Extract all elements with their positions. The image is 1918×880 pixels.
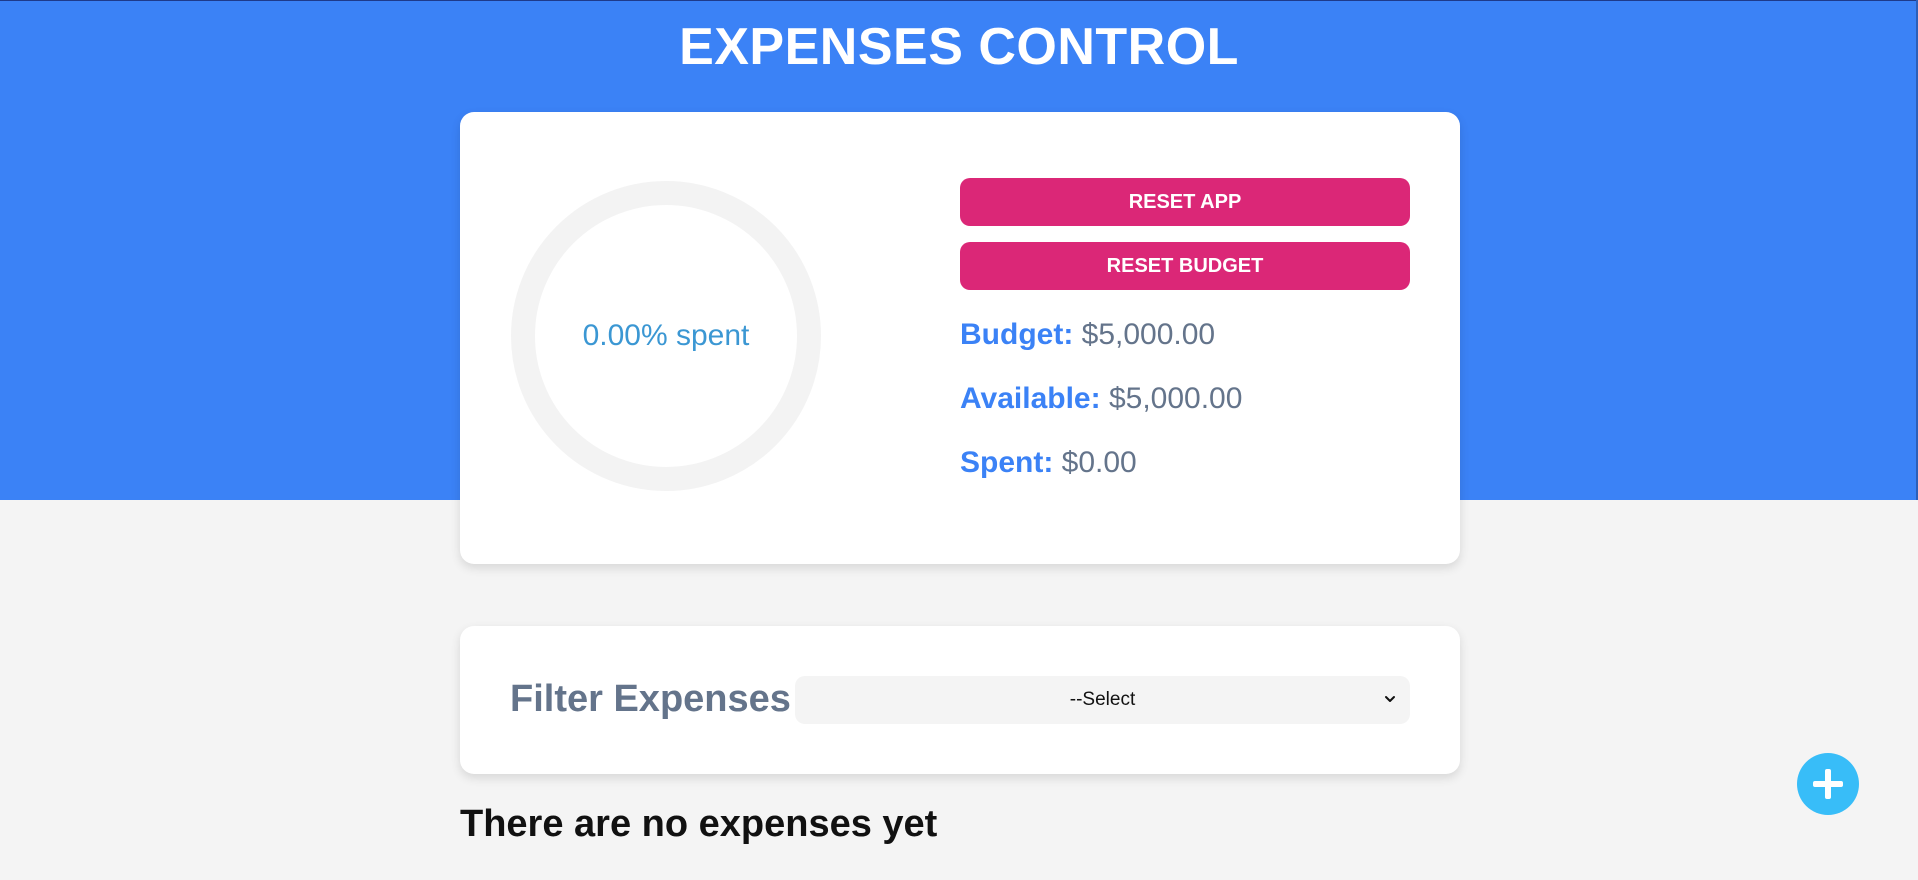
filter-label: Filter Expenses	[510, 678, 791, 720]
budget-stat-value: $5,000.00	[1081, 318, 1216, 351]
plus-icon	[1813, 769, 1843, 799]
budget-stat-label: Budget:	[960, 318, 1074, 351]
progress-percent-label: 0.00% spent	[582, 319, 750, 352]
filter-card: Filter Expenses --Select	[460, 626, 1460, 774]
budget-card: 0.00% spent RESET APP RESET BUDGET Budge…	[460, 112, 1460, 564]
available-stat-value: $5,000.00	[1108, 382, 1243, 415]
available-stat: Available: $5,000.00	[960, 382, 1242, 416]
progress-ring: 0.00% spent	[510, 180, 822, 492]
reset-budget-button[interactable]: RESET BUDGET	[960, 242, 1410, 290]
spent-stat: Spent: $0.00	[960, 446, 1137, 480]
reset-app-button[interactable]: RESET APP	[960, 178, 1410, 226]
available-stat-label: Available:	[960, 382, 1101, 415]
spent-stat-label: Spent:	[960, 446, 1054, 479]
app-title: EXPENSES CONTROL	[679, 18, 1239, 76]
filter-category-select[interactable]: --Select	[795, 676, 1410, 724]
spent-stat-value: $0.00	[1061, 446, 1137, 479]
filter-selected-option: --Select	[1069, 689, 1136, 710]
chevron-down-icon	[1385, 696, 1395, 702]
no-expenses-message: There are no expenses yet	[460, 803, 938, 845]
add-expense-button[interactable]	[1797, 753, 1859, 815]
budget-stat: Budget: $5,000.00	[960, 318, 1215, 352]
